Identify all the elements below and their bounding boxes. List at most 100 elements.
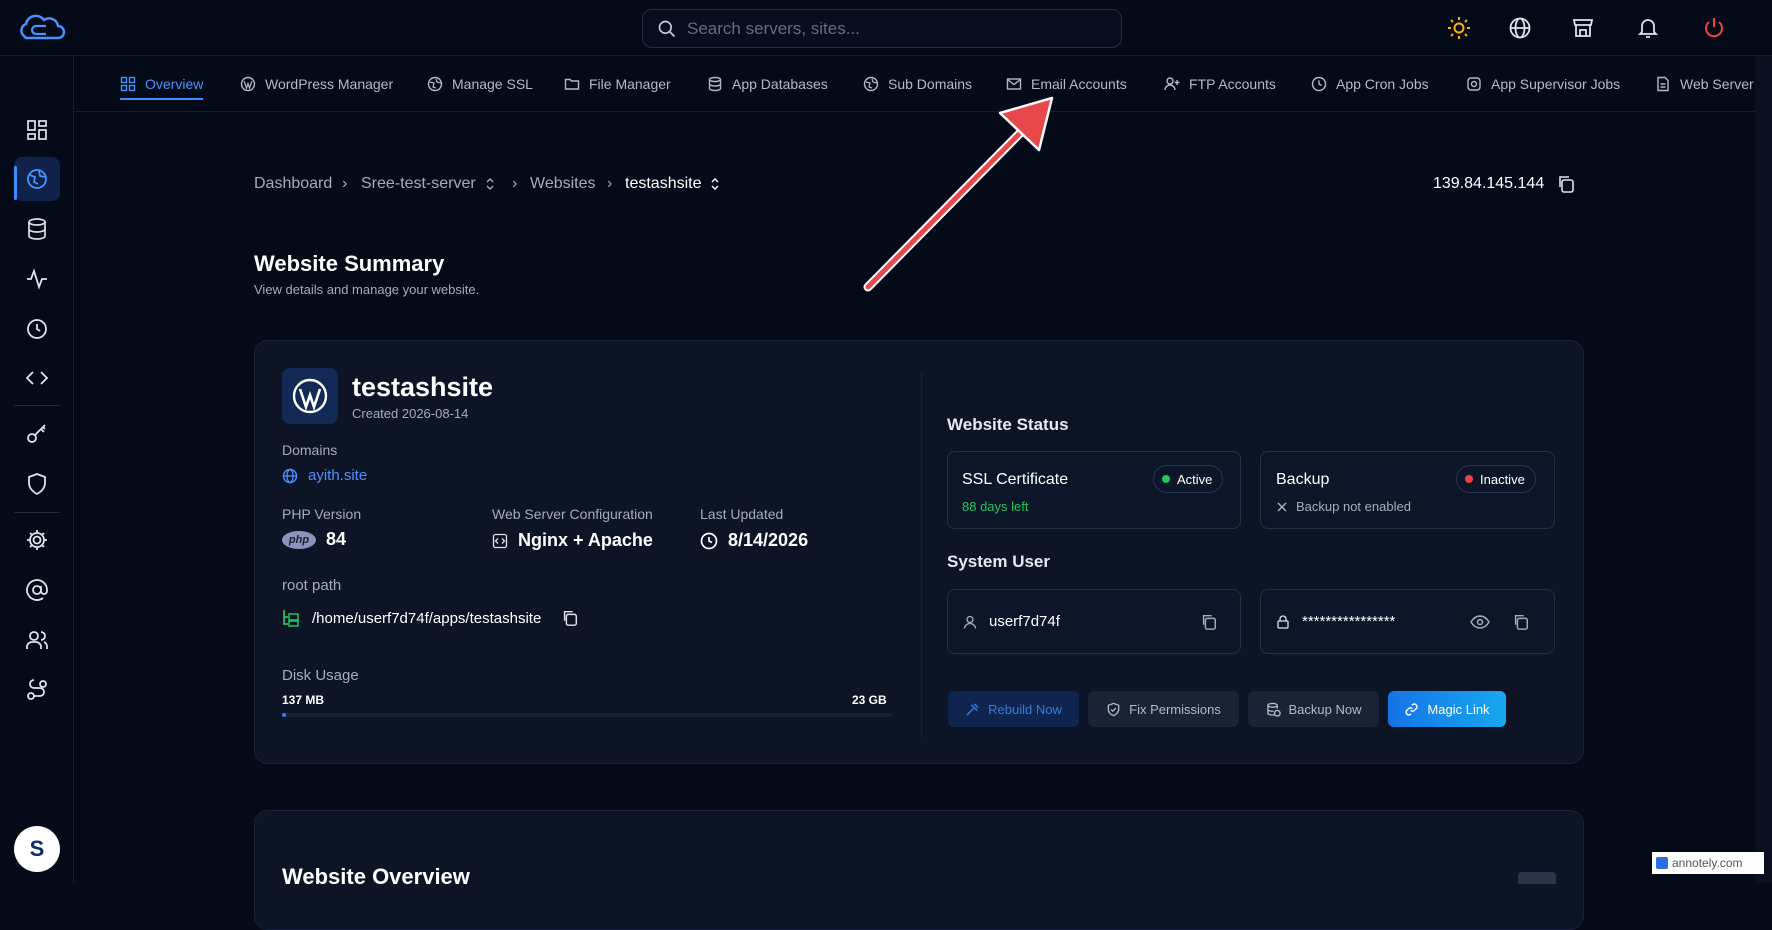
website-summary-card <box>254 340 1584 764</box>
card-divider <box>921 372 922 738</box>
store-icon[interactable] <box>1571 16 1595 40</box>
sidebar-item-keys[interactable] <box>14 412 60 456</box>
cloudstick-logo[interactable] <box>16 14 66 42</box>
webserver-value: Nginx + Apache <box>518 530 653 550</box>
rebuild-now-button[interactable]: Rebuild Now <box>948 691 1079 727</box>
top-bar <box>0 0 1772 56</box>
bell-icon[interactable] <box>1636 16 1660 40</box>
sidebar-active-indicator <box>14 166 17 200</box>
tab-label: Manage SSL <box>452 76 533 92</box>
key-icon <box>27 424 46 443</box>
page-subtitle: View details and manage your website. <box>254 282 480 297</box>
globe-shield-icon <box>427 76 443 92</box>
sidebar-item-dashboard[interactable] <box>14 108 60 152</box>
server-ip-text: 139.84.145.144 <box>1433 175 1545 192</box>
power-icon[interactable] <box>1702 16 1726 40</box>
eye-icon[interactable] <box>1470 614 1490 630</box>
breadcrumb-separator: › <box>512 175 518 192</box>
tools-icon <box>966 702 979 716</box>
tab-sub-domains[interactable]: Sub Domains <box>863 56 973 111</box>
page-title: Website Summary <box>254 251 445 276</box>
search-bar[interactable] <box>642 9 1122 48</box>
breadcrumb-websites[interactable]: Websites <box>530 174 596 194</box>
fix-permissions-button[interactable]: Fix Permissions <box>1088 691 1239 727</box>
button-label: Backup Now <box>1288 701 1362 717</box>
breadcrumb-site[interactable]: testashsite <box>625 174 721 194</box>
watermark-text: annotely.com <box>1672 856 1743 870</box>
site-created: Created 2026-08-14 <box>352 406 469 421</box>
sidebar <box>0 56 74 883</box>
database-icon <box>28 218 46 240</box>
server-ip: 139.84.145.144 <box>1433 174 1576 194</box>
tab-manage-ssl[interactable]: Manage SSL <box>427 56 533 111</box>
search-input[interactable] <box>687 18 1087 39</box>
tab-label: FTP Accounts <box>1189 76 1276 92</box>
tab-ftp-accounts[interactable]: FTP Accounts <box>1164 56 1276 111</box>
tab-overview[interactable]: Overview <box>120 56 204 111</box>
tab-label: Sub Domains <box>888 76 973 92</box>
breadcrumb-dashboard[interactable]: Dashboard <box>254 174 332 194</box>
domain-link[interactable]: ayith.site <box>282 467 367 484</box>
lock-icon <box>1277 614 1289 629</box>
overview-toggle-button[interactable] <box>1518 872 1556 884</box>
status-title: Website Status <box>947 415 1069 434</box>
copy-icon[interactable] <box>561 609 579 627</box>
sidebar-item-integrations[interactable] <box>14 668 60 712</box>
tab-app-supervisor-jobs[interactable]: App Supervisor Jobs <box>1466 56 1620 111</box>
tab-label: App Databases <box>732 76 828 92</box>
wordpress-icon <box>240 76 256 92</box>
copy-icon[interactable] <box>1512 613 1530 631</box>
wordpress-logo <box>282 368 338 424</box>
copy-icon[interactable] <box>1200 613 1218 631</box>
annotely-logo <box>1656 857 1668 869</box>
chevron-updown-icon <box>711 178 719 190</box>
php-logo: php <box>282 530 316 549</box>
sidebar-item-email[interactable] <box>14 568 60 612</box>
overview-title: Website Overview <box>282 864 470 889</box>
clock-icon <box>27 319 47 339</box>
sidebar-item-monitoring[interactable] <box>14 257 60 301</box>
globe-icon[interactable] <box>1508 16 1532 40</box>
disk-usage-fill <box>282 713 286 717</box>
webserver-label: Web Server Configuration <box>492 506 653 522</box>
tab-email-accounts[interactable]: Email Accounts <box>1006 56 1127 111</box>
sidebar-item-settings[interactable] <box>14 518 60 562</box>
tab-wordpress-manager[interactable]: WordPress Manager <box>240 56 393 111</box>
domain-text: ayith.site <box>308 467 368 484</box>
avatar[interactable]: S <box>14 826 60 872</box>
sidebar-item-databases[interactable] <box>14 207 60 251</box>
tab-app-cron-jobs[interactable]: App Cron Jobs <box>1311 56 1429 111</box>
sidebar-item-cron[interactable] <box>14 307 60 351</box>
sidebar-item-code[interactable] <box>14 356 60 400</box>
tab-file-manager[interactable]: File Manager <box>564 56 671 111</box>
php-version: php 84 <box>282 529 346 550</box>
updated-label: Last Updated <box>700 506 784 522</box>
breadcrumb-separator: › <box>342 175 348 192</box>
search-icon <box>658 20 676 37</box>
route-icon <box>27 679 47 700</box>
database-backup-icon <box>1266 702 1281 717</box>
scrollbar[interactable] <box>1755 56 1772 883</box>
tab-label: File Manager <box>589 76 671 92</box>
breadcrumb-server[interactable]: Sree-test-server <box>361 174 496 194</box>
tab-app-databases[interactable]: App Databases <box>707 56 828 111</box>
backup-note-text: Backup not enabled <box>1296 499 1411 514</box>
button-label: Fix Permissions <box>1129 701 1221 717</box>
shield-icon <box>28 473 46 496</box>
dashboard-grid-icon <box>27 120 47 140</box>
users-icon <box>26 631 48 649</box>
sidebar-item-websites[interactable] <box>14 157 60 201</box>
chevron-updown-icon <box>486 178 494 190</box>
ssl-note: 88 days left <box>962 499 1029 514</box>
backup-now-button[interactable]: Backup Now <box>1248 691 1379 727</box>
breadcrumb-label: Websites <box>530 175 596 192</box>
sidebar-item-team[interactable] <box>14 618 60 662</box>
globe-icon <box>863 76 879 92</box>
sun-icon[interactable] <box>1447 16 1471 40</box>
sidebar-item-security[interactable] <box>14 462 60 506</box>
shield-check-icon <box>1107 702 1120 716</box>
copy-icon[interactable] <box>1556 174 1576 194</box>
close-icon <box>1277 501 1287 512</box>
code-icon <box>25 371 49 385</box>
magic-link-button[interactable]: Magic Link <box>1388 691 1506 727</box>
